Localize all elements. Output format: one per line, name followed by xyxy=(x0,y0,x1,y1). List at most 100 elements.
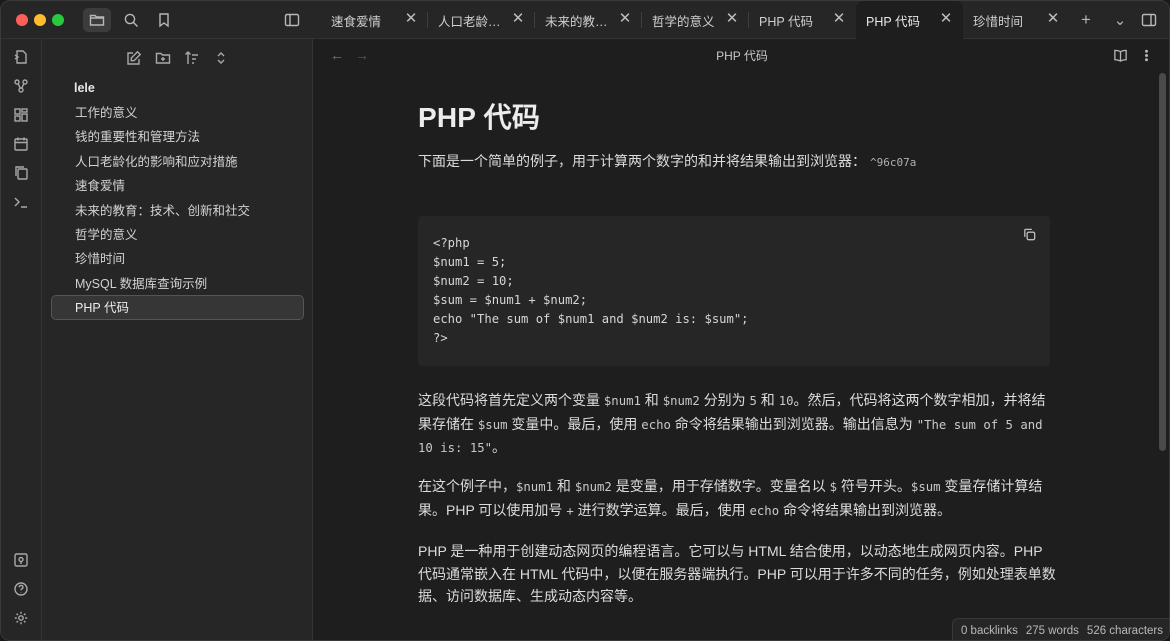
scrollbar-thumb[interactable] xyxy=(1159,73,1166,451)
terminal-icon xyxy=(14,197,27,208)
minimize-window-button[interactable] xyxy=(34,14,46,26)
tab-label: PHP 代码 xyxy=(866,14,920,29)
text: 在这个例子中， xyxy=(418,478,516,494)
text: 这段代码将首先定义两个变量 xyxy=(418,392,604,408)
file-item-active[interactable]: PHP 代码 xyxy=(51,295,304,320)
app-window: 速食爱情 ✕ 人口老龄化... ✕ 未来的教育... ✕ 哲学的意义 ✕ PHP 代码 ✕… xyxy=(0,0,1170,641)
explanation-paragraph: 这段代码将首先定义两个变量 $num1 和 $num2 分别为 5 和 10。然… xyxy=(418,389,1058,460)
word-count: 275 words xyxy=(1025,624,1079,637)
quick-switcher-button[interactable] xyxy=(12,48,30,66)
tab[interactable]: 珍惜时间 ✕ xyxy=(963,1,1070,39)
dashboard-icon xyxy=(14,108,28,122)
file-list: 工作的意义 钱的重要性和管理方法 人口老龄化的影响和应对措施 速食爱情 未来的教… xyxy=(51,100,304,320)
intro-paragraph: 下面是一个简单的例子，用于计算两个数字的和并将结果输出到浏览器： ^96c07a xyxy=(418,150,1058,175)
command-palette-button[interactable] xyxy=(12,193,30,211)
inline-code: $num2 xyxy=(574,480,612,494)
calendar-icon xyxy=(14,137,28,151)
inline-code: $sum xyxy=(477,417,508,432)
ribbon xyxy=(1,39,42,640)
bookmarks-button[interactable] xyxy=(150,8,178,32)
file-item[interactable]: 钱的重要性和管理方法 xyxy=(51,124,304,148)
file-item[interactable]: 珍惜时间 xyxy=(51,246,304,270)
close-window-button[interactable] xyxy=(16,14,28,26)
text: 和 xyxy=(756,392,779,408)
tab[interactable]: 人口老龄化... ✕ xyxy=(428,1,535,39)
tab-close-icon[interactable]: ✕ xyxy=(404,11,418,26)
tab-active[interactable]: PHP 代码 ✕ xyxy=(856,1,963,39)
new-tab-button[interactable]: + xyxy=(1075,9,1097,31)
note-content: PHP 代码 下面是一个简单的例子，用于计算两个数字的和并将结果输出到浏览器： ^… xyxy=(418,101,1058,604)
view-title[interactable]: PHP 代码 xyxy=(313,47,1169,64)
tab-close-icon[interactable]: ✕ xyxy=(1046,11,1060,26)
file-item[interactable]: 速食爱情 xyxy=(51,173,304,197)
inline-code: echo xyxy=(641,417,671,432)
help-button[interactable] xyxy=(12,580,30,598)
php-overview-paragraph: PHP 是一种用于创建动态网页的编程语言。它可以与 HTML 结合使用，以动态地… xyxy=(418,543,1056,604)
inline-code: + xyxy=(566,503,574,518)
text: 是变量，用于存储数字。变量名以 xyxy=(611,478,830,494)
toggle-right-sidebar-button[interactable] xyxy=(1138,9,1160,31)
tab-close-icon[interactable]: ✕ xyxy=(725,11,739,26)
tab[interactable]: 未来的教育... ✕ xyxy=(535,1,642,39)
file-item[interactable]: 未来的教育：技术、创新和社交 xyxy=(51,198,304,222)
graph-view-button[interactable] xyxy=(12,77,30,95)
edit-icon xyxy=(127,50,142,65)
tab-close-icon[interactable]: ✕ xyxy=(618,11,632,26)
reading-view-button[interactable] xyxy=(1111,46,1129,64)
inline-code: $num1 xyxy=(603,394,641,408)
tab[interactable]: 速食爱情 ✕ xyxy=(321,1,428,39)
tab-close-icon[interactable]: ✕ xyxy=(832,11,846,26)
help-icon xyxy=(14,582,28,596)
copy-code-button[interactable] xyxy=(1020,225,1038,243)
file-item[interactable]: 哲学的意义 xyxy=(51,222,304,246)
folder-plus-icon xyxy=(155,52,171,64)
text: 命令将结果输出到浏览器。 xyxy=(779,501,952,518)
toggle-left-sidebar-button[interactable] xyxy=(278,8,306,32)
tab-label: PHP 代码 xyxy=(759,14,813,29)
text: 符号开头。 xyxy=(837,478,911,494)
chevrons-up-down-icon xyxy=(217,52,225,64)
new-note-button[interactable] xyxy=(123,47,145,69)
collapse-all-button[interactable] xyxy=(210,47,232,69)
tab-list-button[interactable]: ⌄ xyxy=(1109,9,1131,31)
templates-button[interactable] xyxy=(12,164,30,182)
bookmark-icon xyxy=(159,13,169,28)
title-bar: 速食爱情 ✕ 人口老龄化... ✕ 未来的教育... ✕ 哲学的意义 ✕ PHP 代码 ✕… xyxy=(1,1,1169,39)
sort-button[interactable] xyxy=(181,47,203,69)
file-explorer-toolbar xyxy=(42,47,313,69)
copy-icon xyxy=(1023,228,1035,240)
tab[interactable]: PHP 代码 ✕ xyxy=(749,1,856,39)
daily-note-button[interactable] xyxy=(12,135,30,153)
editor-pane: ← → PHP 代码 PHP 代码 下面是一个简单的例子，用于计算两个数字的和并… xyxy=(313,39,1169,640)
more-options-button[interactable] xyxy=(1137,46,1155,64)
text: 命令将结果输出到浏览器。输出信息为 xyxy=(670,415,917,432)
sidebar-left-icon xyxy=(284,13,300,27)
text: 。 xyxy=(492,439,507,455)
file-item[interactable]: 工作的意义 xyxy=(51,100,304,124)
backlinks-count[interactable]: 0 backlinks xyxy=(961,625,1018,637)
status-bar: 0 backlinks 275 words 526 characters xyxy=(951,618,1169,640)
inline-code: $sum xyxy=(910,480,941,494)
inline-code: 5 xyxy=(749,394,757,408)
view-header: ← → PHP 代码 xyxy=(313,39,1169,71)
settings-button[interactable] xyxy=(12,609,30,627)
search-button[interactable] xyxy=(117,8,145,32)
scrollbar[interactable] xyxy=(1158,73,1167,491)
inline-code: $num1 xyxy=(516,480,554,494)
canvas-button[interactable] xyxy=(12,106,30,124)
new-folder-button[interactable] xyxy=(152,47,174,69)
tab-close-icon[interactable]: ✕ xyxy=(511,11,525,26)
text: 和 xyxy=(553,478,575,494)
open-vault-button[interactable] xyxy=(12,551,30,569)
text: 分别为 xyxy=(699,392,750,408)
files-view-button[interactable] xyxy=(83,8,111,32)
tab-close-icon[interactable]: ✕ xyxy=(939,11,953,26)
vault-icon xyxy=(14,553,28,567)
zoom-window-button[interactable] xyxy=(52,14,64,26)
tab[interactable]: 哲学的意义 ✕ xyxy=(642,1,749,39)
switcher-icon xyxy=(14,50,27,64)
variables-paragraph: 在这个例子中，$num1 和 $num2 是变量，用于存储数字。变量名以 $ 符… xyxy=(418,475,1058,522)
file-item[interactable]: MySQL 数据库查询示例 xyxy=(51,271,304,295)
file-item[interactable]: 人口老龄化的影响和应对措施 xyxy=(51,149,304,173)
text: 进行数学运算。最后，使用 xyxy=(573,501,750,518)
